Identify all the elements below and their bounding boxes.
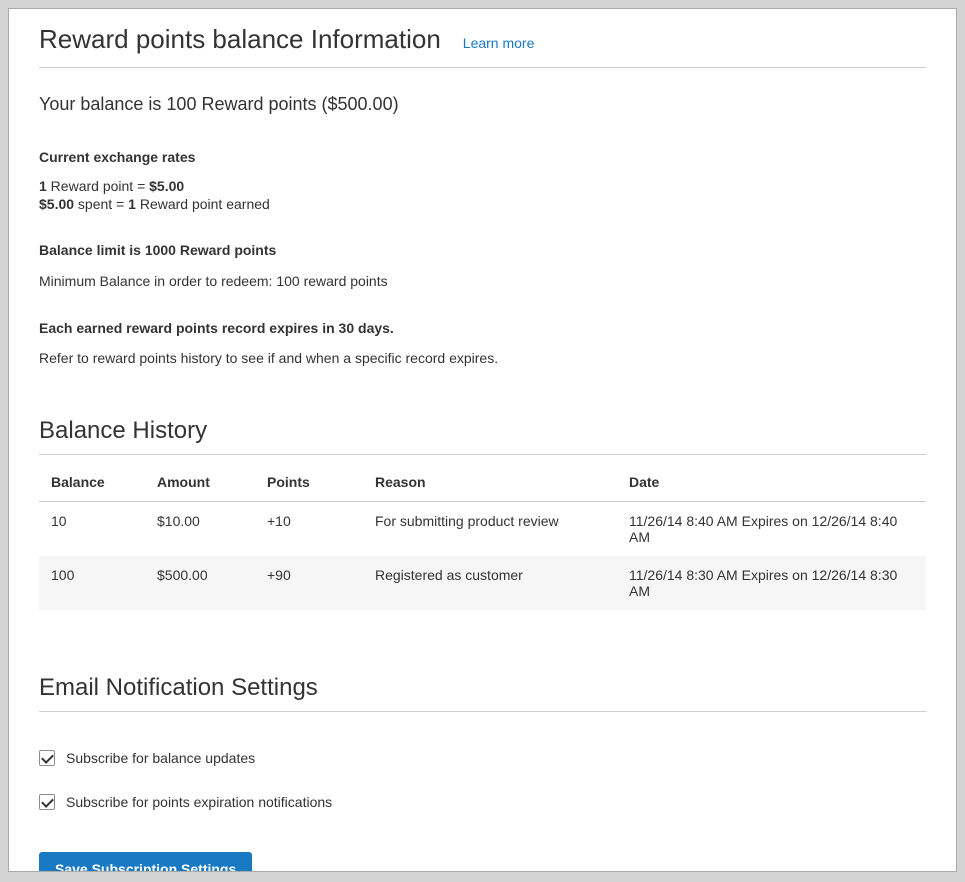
expiration-notifications-option: Subscribe for points expiration notifica… [39,794,926,810]
balance-limit-text: Balance limit is 1000 Reward points [39,241,926,259]
cell-reason: Registered as customer [363,556,617,610]
cell-points: +90 [255,556,363,610]
save-subscription-settings-button[interactable]: Save Subscription Settings [39,852,252,872]
cell-balance: 100 [39,556,145,610]
reward-points-page: Reward points balance Information Learn … [8,8,957,872]
cell-date: 11/26/14 8:40 AM Expires on 12/26/14 8:4… [617,502,926,557]
balance-updates-checkbox[interactable] [39,750,55,766]
expiration-note: Refer to reward points history to see if… [39,349,926,367]
balance-summary: Your balance is 100 Reward points ($500.… [39,94,926,116]
expiration-heading: Each earned reward points record expires… [39,319,926,337]
cell-reason: For submitting product review [363,502,617,557]
rate-currency-value: $5.00 [149,178,184,194]
cell-date: 11/26/14 8:30 AM Expires on 12/26/14 8:3… [617,556,926,610]
column-header-balance: Balance [39,463,145,502]
column-header-date: Date [617,463,926,502]
table-row: 100 $500.00 +90 Registered as customer 1… [39,556,926,610]
balance-history-heading: Balance History [39,417,926,455]
page-title: Reward points balance Information [39,25,441,55]
earned-points-value: 1 [128,196,136,212]
column-header-points: Points [255,463,363,502]
spend-currency-value: $5.00 [39,196,74,212]
balance-history-table: Balance Amount Points Reason Date 10 $10… [39,463,926,610]
cell-amount: $10.00 [145,502,255,557]
cell-balance: 10 [39,502,145,557]
column-header-amount: Amount [145,463,255,502]
exchange-rates-heading: Current exchange rates [39,149,926,165]
expiration-notifications-label[interactable]: Subscribe for points expiration notifica… [66,794,332,810]
cell-amount: $500.00 [145,556,255,610]
balance-updates-label[interactable]: Subscribe for balance updates [66,750,255,766]
learn-more-link[interactable]: Learn more [463,35,535,51]
table-row: 10 $10.00 +10 For submitting product rev… [39,502,926,557]
cell-points: +10 [255,502,363,557]
email-settings-heading: Email Notification Settings [39,674,926,712]
exchange-rate-line-2: $5.00 spent = 1 Reward point earned [39,195,926,213]
exchange-rate-line-1: 1 Reward point = $5.00 [39,177,926,195]
exchange-rates-block: 1 Reward point = $5.00 $5.00 spent = 1 R… [39,177,926,213]
expiration-notifications-checkbox[interactable] [39,794,55,810]
minimum-balance-text: Minimum Balance in order to redeem: 100 … [39,272,926,290]
column-header-reason: Reason [363,463,617,502]
rate-points-value: 1 [39,178,47,194]
balance-updates-option: Subscribe for balance updates [39,750,926,766]
page-header: Reward points balance Information Learn … [39,25,926,68]
table-header-row: Balance Amount Points Reason Date [39,463,926,502]
